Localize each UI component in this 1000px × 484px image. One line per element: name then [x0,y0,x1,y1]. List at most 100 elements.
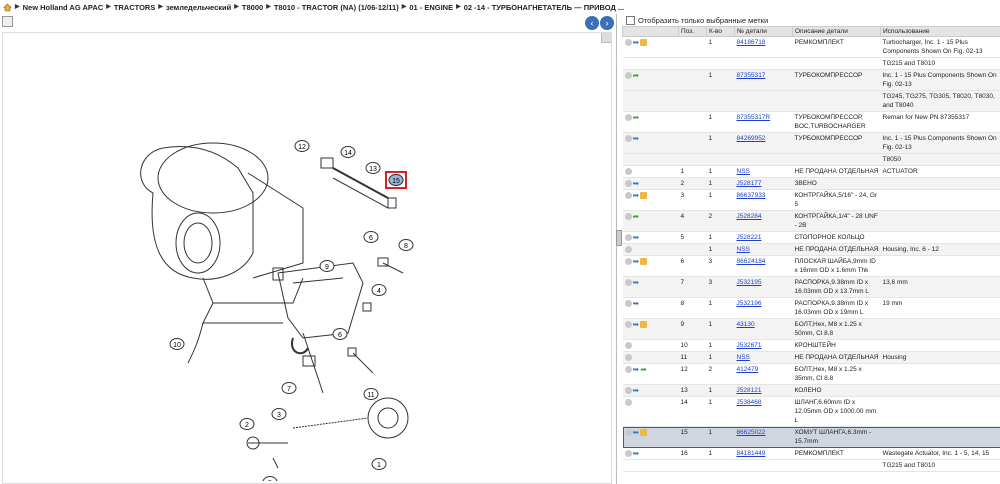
select-circle-icon[interactable] [624,212,632,220]
table-row[interactable]: TG215 and T8010 [622,459,1000,472]
table-row[interactable]: ➥ 9 1 43130 БОЛТ,Hex, M8 x 1.25 x 50mm, Cl 8… [622,318,1000,340]
part-number-link[interactable]: NSS [737,168,750,175]
select-circle-icon[interactable] [624,365,632,373]
filter-row[interactable]: Отобразить только выбранные метки [622,14,1000,26]
zoom-fit-button[interactable] [2,16,13,27]
table-row[interactable]: 10 1 J532671 КРОНШТЕЙН [622,339,1000,352]
column-header[interactable]: К-во [706,26,735,37]
table-row[interactable]: ➥ 3 1 86637933 КОНТРГАЙКА,5/16" - 24, Gr 5 [622,189,1000,211]
callout-11[interactable]: 11 [363,388,379,400]
part-number-link[interactable]: 86637933 [737,192,766,199]
column-header[interactable] [622,26,679,37]
table-row[interactable]: T8050 [622,153,1000,166]
callout-6[interactable]: 6 [332,328,348,340]
part-number-link[interactable]: 412479 [737,366,759,373]
cart-icon[interactable] [640,38,648,46]
select-circle-icon[interactable] [624,113,632,121]
table-row[interactable]: ➥ 15 1 86625022 ХОМУТ ШЛАНГА,6.3mm - 15.7mm [622,426,1000,448]
column-header[interactable]: Использование [880,26,1000,37]
table-row[interactable]: ➥ 16 1 84181449 РЕМКОМПЛЕКТ Wastegate Actuato… [622,447,1000,460]
part-number-link[interactable]: J528121 [737,387,762,394]
link-arrow-icon[interactable]: ➥ [633,386,640,394]
select-circle-icon[interactable] [624,233,632,241]
select-circle-icon[interactable] [624,299,632,307]
link-arrow-icon[interactable]: ➥ [633,299,640,307]
link-arrow-icon[interactable]: ➥ [633,449,640,457]
part-number-link[interactable]: 43130 [737,321,755,328]
part-number-link[interactable]: J528177 [737,180,762,187]
table-row[interactable]: 1 1 NSS НЕ ПРОДАНА ОТДЕЛЬНАЯ ACTUATOR [622,165,1000,178]
replacement-arrow-icon[interactable]: ➦ [633,113,640,121]
part-number-link[interactable]: 84186718 [737,39,766,46]
cart-icon[interactable] [640,428,648,436]
callout-12[interactable]: 12 [294,140,310,152]
part-number-link[interactable]: 84181449 [737,450,766,457]
part-number-link[interactable]: 87355317R [737,114,771,121]
select-circle-icon[interactable] [624,245,632,253]
select-circle-icon[interactable] [624,134,632,142]
callout-6[interactable]: 6 [363,231,379,243]
callout-10[interactable]: 10 [169,338,185,350]
callout-4[interactable]: 4 [371,284,387,296]
table-row[interactable]: ➥ 6 3 86624184 ПЛОСКАЯ ШАЙБА,9mm ID x 16mm O… [622,255,1000,277]
table-row[interactable]: ➦ 1 87355317R ТУРБОКОМПРЕССОР, BOC,TURBOCHA… [622,111,1000,133]
table-row[interactable]: ➥ 2 1 J528177 ЗВЕНО [622,177,1000,190]
home-icon[interactable] [3,3,12,12]
callout-7[interactable]: 7 [281,382,297,394]
select-circle-icon[interactable] [624,278,632,286]
link-arrow-icon[interactable]: ➥ [633,278,640,286]
breadcrumb-item[interactable]: 01 - ENGINE [409,3,453,12]
breadcrumb-item[interactable]: T8000 [242,3,263,12]
replacement-arrow-icon[interactable]: ➦ [633,212,640,220]
part-number-link[interactable]: J538468 [737,399,762,406]
table-row[interactable]: ➦ 4 2 J528284 КОНТРГАЙКА,1/4" - 28 UNF - 2B [622,210,1000,232]
column-header[interactable]: Поз. [678,26,707,37]
table-row[interactable]: ➥ 5 1 J528221 СТОПОРНОЕ КОЛЬЦО [622,231,1000,244]
link-arrow-icon[interactable]: ➥ [633,191,640,199]
callout-15[interactable]: 15 [385,171,407,189]
replacement-arrow-icon[interactable]: ➦ [633,71,640,79]
part-number-link[interactable]: 84269952 [737,135,766,142]
link-arrow-icon[interactable]: ➥ [633,320,640,328]
column-header[interactable]: № детали [734,26,793,37]
select-circle-icon[interactable] [624,191,632,199]
part-number-link[interactable]: J528284 [737,213,762,220]
link-arrow-icon[interactable]: ➥ [633,233,640,241]
table-row[interactable]: 14 1 J538468 ШЛАНГ,6.60mm ID x 12.05mm OD x… [622,396,1000,427]
table-row[interactable]: ➥ 1 84269952 ТУРБОКОМПРЕССОР Inc. 1 - 15 Plu… [622,132,1000,154]
callout-3[interactable]: 3 [271,408,287,420]
link-arrow-icon[interactable]: ➥ [633,38,640,46]
link-arrow-icon[interactable]: ➥ [633,179,640,187]
callout-13[interactable]: 13 [365,162,381,174]
next-page-button[interactable]: › [600,16,614,30]
table-row[interactable]: ➦ 1 87355317 ТУРБОКОМПРЕССОР Inc. 1 - 15 Plu… [622,69,1000,91]
breadcrumb-item[interactable]: 02 -14 - ТУРБОНАГНЕТАТЕЛЬ — ПРИВОД ... [464,3,624,12]
select-circle-icon[interactable] [624,167,632,175]
select-circle-icon[interactable] [624,38,632,46]
select-circle-icon[interactable] [624,320,632,328]
replacement-arrow-icon[interactable]: ➦ [640,365,647,373]
select-circle-icon[interactable] [624,449,632,457]
callout-9[interactable]: 9 [319,260,335,272]
breadcrumb-item[interactable]: New Holland AG APAC [23,3,104,12]
select-circle-icon[interactable] [624,428,632,436]
cart-icon[interactable] [640,257,648,265]
part-number-link[interactable]: J528221 [737,234,762,241]
select-circle-icon[interactable] [624,386,632,394]
part-number-link[interactable]: J532196 [737,300,762,307]
callout-14[interactable]: 14 [340,146,356,158]
prev-page-button[interactable]: ‹ [585,16,599,30]
table-row[interactable]: TG245, TG275, TG305, T8020, T8030, and T… [622,90,1000,112]
exploded-diagram[interactable]: 123456678910111213141515 [2,32,612,484]
table-row[interactable]: ➥ 13 1 J528121 КОЛЕНО [622,384,1000,397]
table-row[interactable]: 1 NSS НЕ ПРОДАНА ОТДЕЛЬНАЯ Housing, Inc. 6 … [622,243,1000,256]
link-arrow-icon[interactable]: ➥ [633,428,640,436]
select-circle-icon[interactable] [624,179,632,187]
part-number-link[interactable]: 86625022 [737,429,766,436]
callout-2[interactable]: 2 [239,418,255,430]
breadcrumb-item[interactable]: земледельческий [166,3,231,12]
breadcrumb-item[interactable]: TRACTORS [114,3,156,12]
select-circle-icon[interactable] [624,398,632,406]
callout-8[interactable]: 8 [398,239,414,251]
select-circle-icon[interactable] [624,71,632,79]
